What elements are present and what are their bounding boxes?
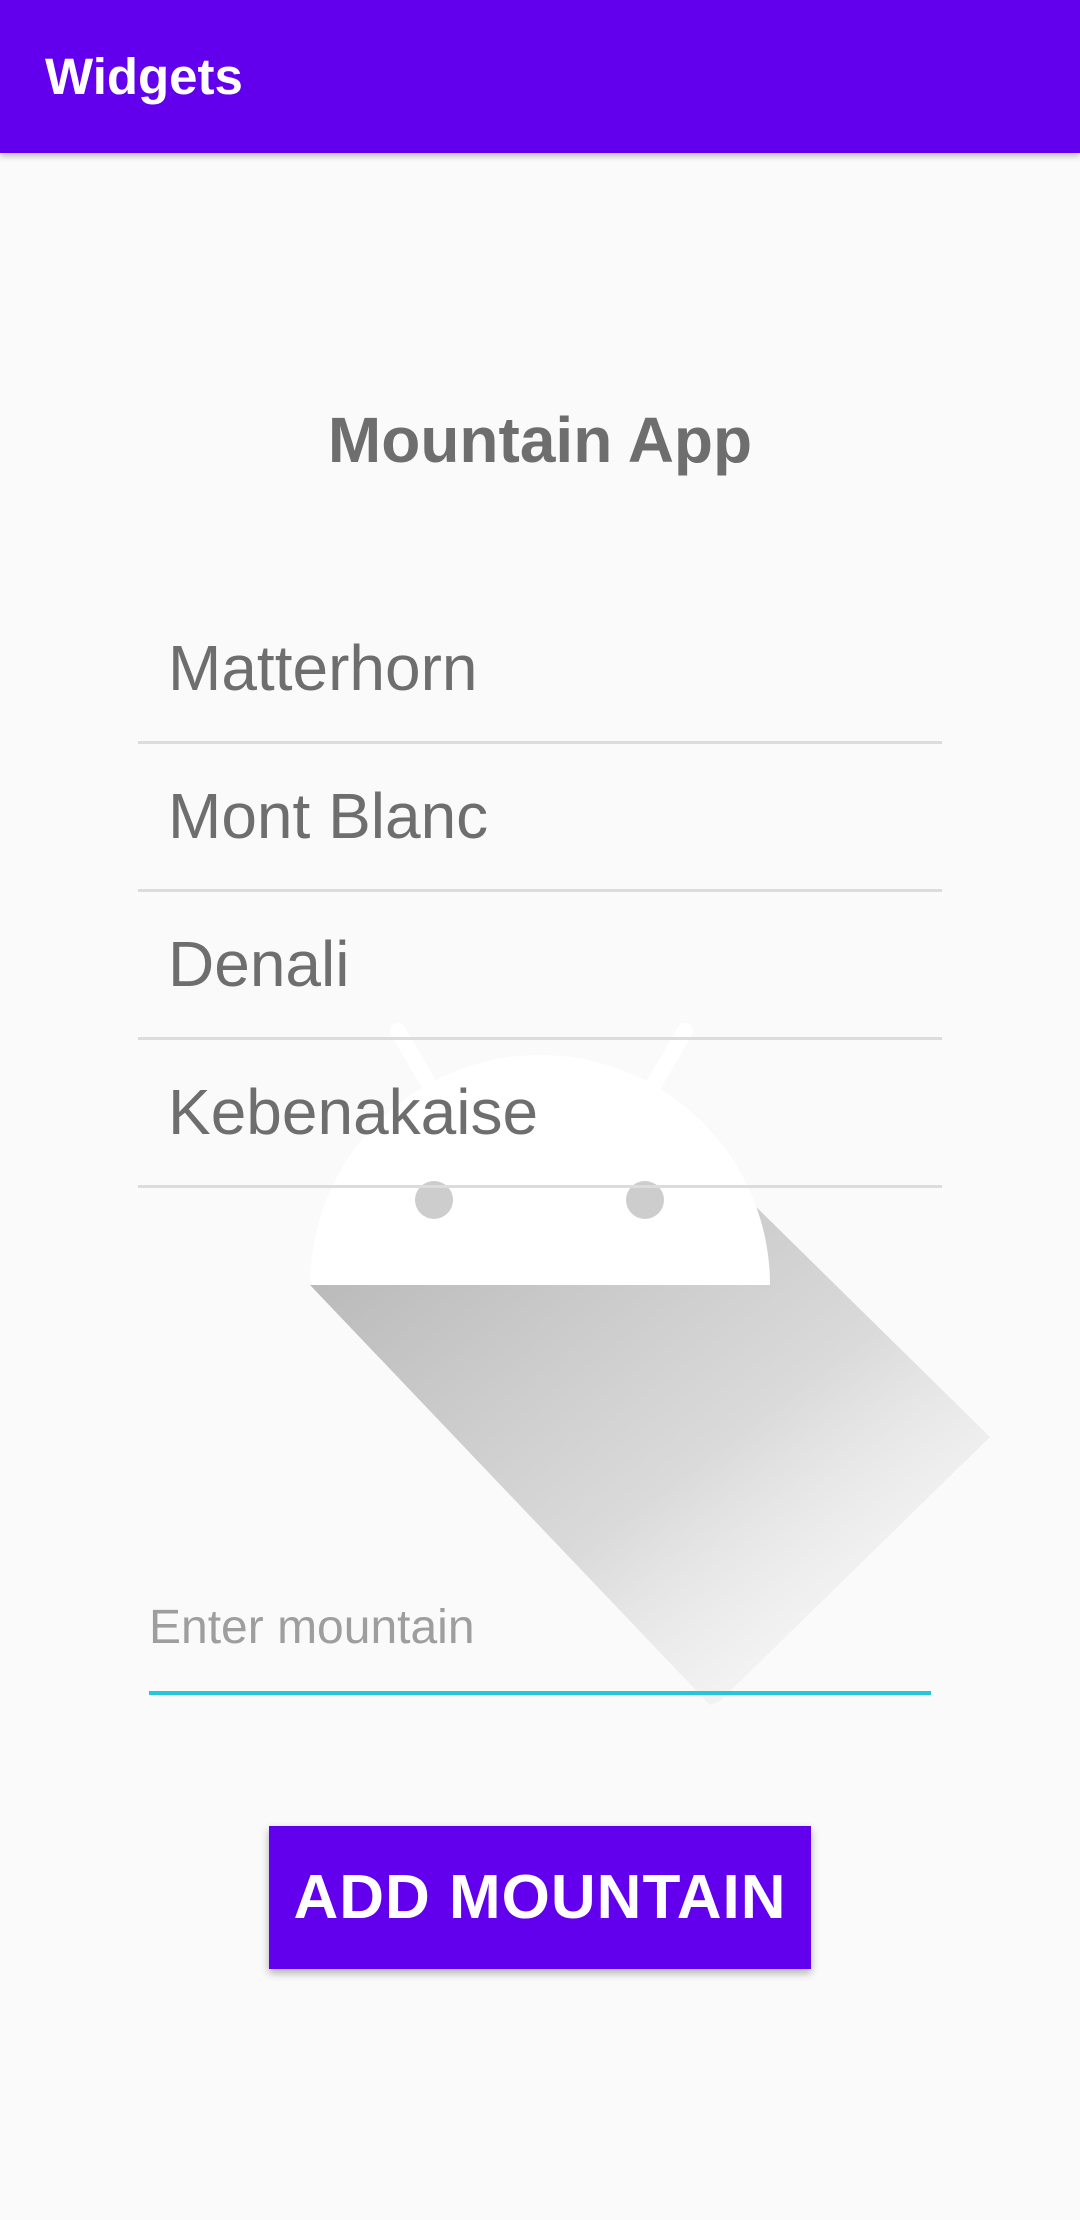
list-item[interactable]: Matterhorn — [138, 596, 942, 744]
page-heading: Mountain App — [327, 404, 753, 476]
list-item[interactable]: Mont Blanc — [138, 744, 942, 892]
list-item-label: Kebenakaise — [168, 1076, 539, 1148]
mountain-input[interactable] — [149, 1563, 931, 1695]
mountain-input-wrapper — [149, 1563, 931, 1695]
app-bar: Widgets — [0, 0, 1080, 153]
list-item[interactable]: Denali — [138, 892, 942, 1040]
main-content: Mountain App Matterhorn Mont Blanc Denal… — [0, 153, 1080, 2220]
list-item[interactable]: Kebenakaise — [138, 1040, 942, 1188]
app-title: Widgets — [45, 48, 243, 105]
list-item-label: Denali — [168, 928, 350, 1000]
list-item-label: Matterhorn — [168, 632, 478, 704]
add-mountain-button[interactable]: ADD MOUNTAIN — [269, 1826, 811, 1969]
list-item-label: Mont Blanc — [168, 780, 489, 852]
mountain-list: Matterhorn Mont Blanc Denali Kebenakaise — [138, 596, 942, 1188]
